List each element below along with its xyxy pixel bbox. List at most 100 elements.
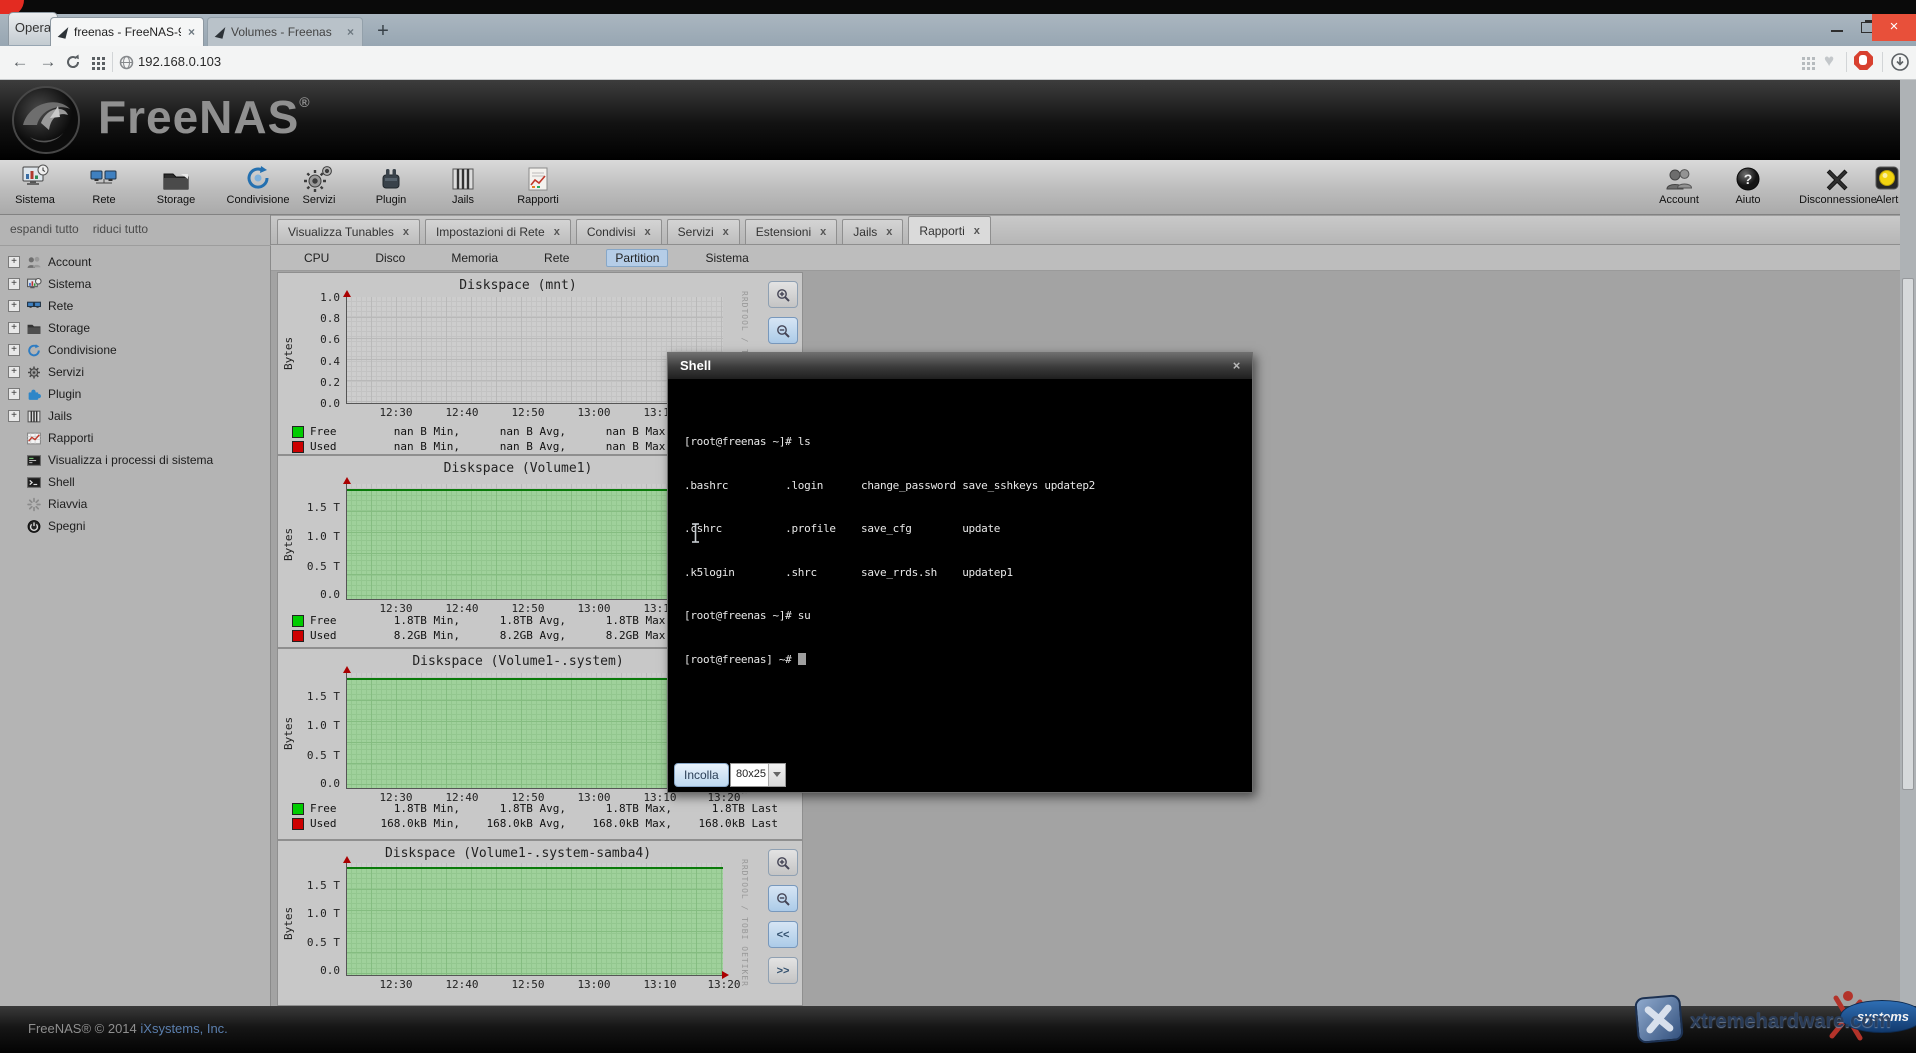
bookmark-heart-icon[interactable]: ♥ bbox=[1824, 51, 1834, 71]
chart-ylabel: Bytes bbox=[282, 883, 296, 963]
tab-close-icon[interactable]: x bbox=[554, 226, 560, 238]
page-scrollbar-thumb[interactable] bbox=[1902, 278, 1914, 790]
tab-servizi[interactable]: Servizix bbox=[667, 219, 740, 244]
scroll-forward-button[interactable]: >> bbox=[768, 957, 798, 984]
sidebar-item-condivisione[interactable]: + Condivisione bbox=[0, 339, 271, 361]
content-tab-bar: Visualizza Tunablesx Impostazioni di Ret… bbox=[271, 216, 1900, 245]
subtab-rete[interactable]: Rete bbox=[535, 249, 578, 267]
zoom-in-button[interactable] bbox=[768, 849, 798, 876]
expander-icon[interactable]: + bbox=[8, 322, 20, 334]
shell-dialog-titlebar[interactable]: Shell bbox=[668, 353, 1252, 379]
legend-row-used: Used 8.2GB Min, 8.2GB Avg, 8.2GB Max, bbox=[292, 629, 672, 642]
sidebar-item-account[interactable]: + Account bbox=[0, 251, 271, 273]
speed-dial-icon[interactable] bbox=[92, 57, 95, 60]
subtab-cpu[interactable]: CPU bbox=[295, 249, 338, 267]
sidebar: espandi tutto riduci tutto + Account + Si… bbox=[0, 215, 271, 1006]
expander-icon[interactable]: + bbox=[8, 388, 20, 400]
tab-close-icon[interactable]: x bbox=[886, 226, 892, 238]
xtick: 13:00 bbox=[570, 978, 618, 991]
tab-jails[interactable]: Jailsx bbox=[842, 219, 903, 244]
ytick: 0.5 T bbox=[284, 936, 340, 949]
tab-close-icon[interactable]: x bbox=[403, 226, 409, 238]
toolbar-item-rapporti[interactable]: Rapporti bbox=[496, 162, 580, 214]
expander-icon[interactable]: + bbox=[8, 366, 20, 378]
toolbar-item-storage[interactable]: Storage bbox=[134, 162, 218, 214]
ixsystems-link[interactable]: iXsystems, Inc. bbox=[140, 1021, 227, 1036]
shell-dialog: Shell × [root@freenas ~]# ls .bashrc .lo… bbox=[667, 352, 1253, 793]
tab-rapporti[interactable]: Rapportix bbox=[908, 216, 990, 244]
reload-icon[interactable] bbox=[64, 53, 82, 71]
sidebar-item-shell[interactable]: Shell bbox=[0, 471, 271, 493]
sidebar-item-jails[interactable]: + Jails bbox=[0, 405, 271, 427]
browser-tab-freenas[interactable]: freenas - FreeNAS-9.2.1.5- × bbox=[50, 17, 204, 46]
browser-tab-volumes[interactable]: Volumes - Freenas × bbox=[207, 17, 363, 46]
subtab-disco[interactable]: Disco bbox=[366, 249, 414, 267]
subtab-memoria[interactable]: Memoria bbox=[442, 249, 507, 267]
tab-close-icon[interactable]: x bbox=[723, 226, 729, 238]
jails-icon bbox=[421, 162, 505, 192]
new-tab-button[interactable]: + bbox=[370, 18, 396, 44]
legend-row-free: Free 1.8TB Min, 1.8TB Avg, 1.8TB Max, 1.… bbox=[292, 802, 778, 815]
expander-icon[interactable]: + bbox=[8, 256, 20, 268]
ytick: 0.0 bbox=[284, 964, 340, 977]
tab-close-icon[interactable]: × bbox=[347, 25, 354, 39]
expander-icon[interactable]: + bbox=[8, 344, 20, 356]
scroll-back-button[interactable]: << bbox=[768, 921, 798, 948]
shell-terminal[interactable]: [root@freenas ~]# ls .bashrc .login chan… bbox=[668, 379, 1252, 792]
sidebar-item-rete[interactable]: + Rete bbox=[0, 295, 271, 317]
sidebar-item-processi[interactable]: Visualizza i processi di sistema bbox=[0, 449, 271, 471]
collapse-all-link[interactable]: riduci tutto bbox=[93, 222, 148, 236]
tab-close-icon[interactable]: x bbox=[974, 225, 980, 237]
expander-icon[interactable]: + bbox=[8, 300, 20, 312]
download-icon[interactable] bbox=[1890, 52, 1910, 72]
terminal-size-select[interactable]: 80x25 bbox=[730, 763, 786, 787]
tab-close-icon[interactable]: × bbox=[188, 25, 195, 39]
url-field[interactable]: 192.168.0.103 bbox=[138, 54, 221, 69]
sidebar-item-riavvia[interactable]: Riavvia bbox=[0, 493, 271, 515]
paste-button[interactable]: Incolla bbox=[674, 763, 729, 787]
tab-visualizza-tunables[interactable]: Visualizza Tunablesx bbox=[277, 219, 420, 244]
services-icon bbox=[26, 365, 42, 380]
extensions-grid-icon[interactable] bbox=[1802, 57, 1805, 60]
tab-impostazioni-di-rete[interactable]: Impostazioni di Retex bbox=[425, 219, 571, 244]
back-icon[interactable]: ← bbox=[8, 50, 32, 74]
zoom-out-button[interactable] bbox=[768, 885, 798, 912]
sidebar-item-rapporti[interactable]: Rapporti bbox=[0, 427, 271, 449]
forward-icon[interactable]: → bbox=[36, 50, 60, 74]
window-close-button[interactable]: × bbox=[1872, 14, 1916, 41]
sidebar-item-plugin[interactable]: + Plugin bbox=[0, 383, 271, 405]
dialog-close-icon[interactable]: × bbox=[1229, 358, 1244, 373]
toolbar-item-aiuto[interactable]: ? Aiuto bbox=[1706, 162, 1790, 214]
expand-all-link[interactable]: espandi tutto bbox=[10, 222, 79, 236]
tab-estensioni[interactable]: Estensionix bbox=[745, 219, 838, 244]
expander-icon[interactable]: + bbox=[8, 410, 20, 422]
legend-row-free: Free 1.8TB Min, 1.8TB Avg, 1.8TB Max, bbox=[292, 614, 672, 627]
ytick: 0.8 bbox=[284, 312, 340, 325]
xtick: 12:40 bbox=[438, 406, 486, 419]
chevron-down-icon[interactable] bbox=[768, 764, 785, 786]
xtick: 12:50 bbox=[504, 406, 552, 419]
window-minimize-button[interactable] bbox=[1822, 16, 1852, 40]
subtab-sistema[interactable]: Sistema bbox=[696, 249, 757, 267]
tab-close-icon[interactable]: x bbox=[820, 226, 826, 238]
copyright-text: FreeNAS® © 2014 iXsystems, Inc. bbox=[28, 1021, 228, 1036]
sidebar-item-servizi[interactable]: + Servizi bbox=[0, 361, 271, 383]
site-badge-icon[interactable] bbox=[119, 55, 134, 70]
expander-icon[interactable]: + bbox=[8, 278, 20, 290]
chart-panel-volume1-samba4: Diskspace (Volume1-.system-samba4) Bytes… bbox=[277, 840, 803, 1006]
toolbar-item-jails[interactable]: Jails bbox=[421, 162, 505, 214]
sidebar-item-sistema[interactable]: + Sistema bbox=[0, 273, 271, 295]
reboot-icon bbox=[26, 497, 42, 512]
subtab-partition[interactable]: Partition bbox=[606, 249, 668, 267]
help-icon: ? bbox=[1706, 162, 1790, 192]
zoom-out-button[interactable] bbox=[768, 317, 798, 344]
sidebar-item-storage[interactable]: + Storage bbox=[0, 317, 271, 339]
ytick: 1.0 T bbox=[284, 719, 340, 732]
sidebar-item-spegni[interactable]: Spegni bbox=[0, 515, 271, 537]
system-icon bbox=[26, 277, 42, 292]
storage-icon bbox=[134, 162, 218, 192]
tab-condivisi[interactable]: Condivisix bbox=[576, 219, 662, 244]
tab-close-icon[interactable]: x bbox=[645, 226, 651, 238]
zoom-in-button[interactable] bbox=[768, 281, 798, 308]
plugin-icon bbox=[26, 387, 42, 402]
